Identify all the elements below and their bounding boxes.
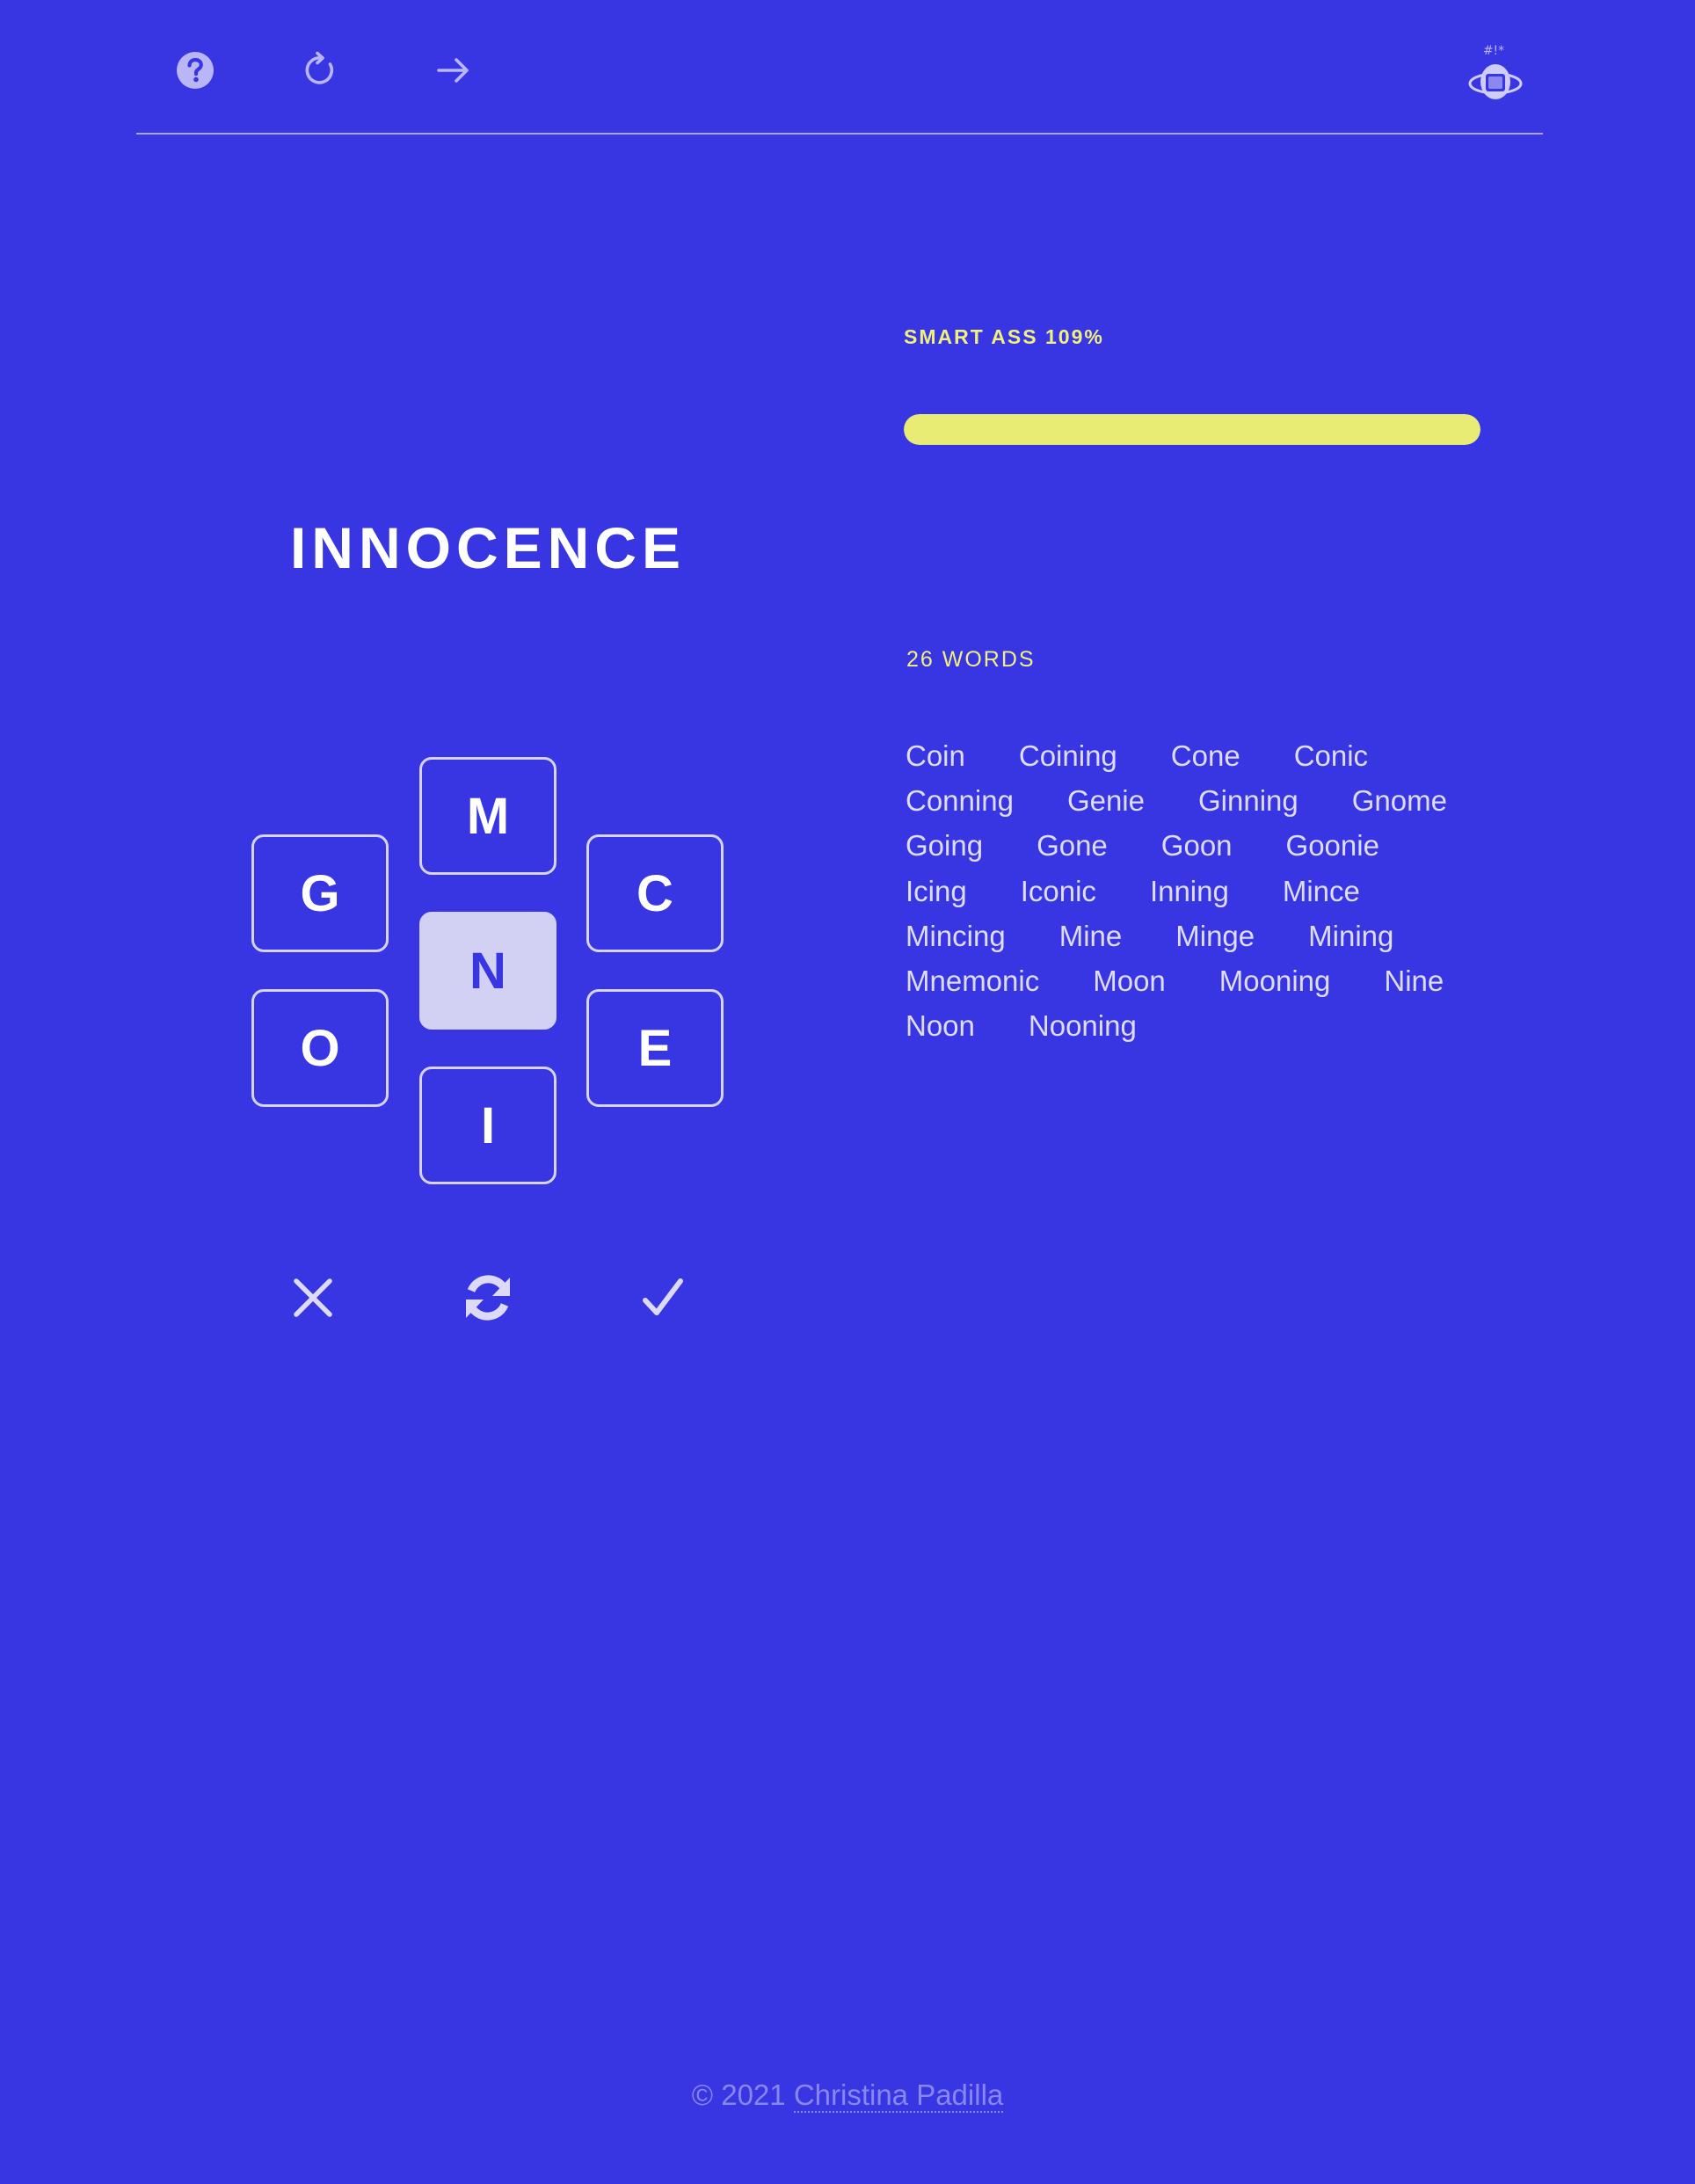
author-link[interactable]: Christina Padilla — [793, 2078, 1004, 2113]
found-word: Mince — [1282, 874, 1360, 907]
astronaut-logo-icon: #!* — [1468, 44, 1523, 99]
top-bar: #!* — [136, 0, 1543, 135]
found-word: Nine — [1384, 965, 1444, 998]
found-word: Mnemonic — [906, 965, 1040, 998]
letter-tile-bottom[interactable]: I — [419, 1067, 557, 1184]
found-word: Iconic — [1020, 874, 1096, 907]
found-word: Conic — [1293, 739, 1369, 772]
next-button[interactable] — [427, 44, 480, 97]
game-page: { "header": { "help_icon": "question-cir… — [0, 0, 1695, 2184]
question-circle-icon — [177, 52, 214, 89]
shuffle-icon — [466, 1275, 510, 1321]
progress-bar-fill — [904, 414, 1480, 445]
current-word: INNOCENCE — [289, 515, 687, 580]
found-word: Minge — [1175, 919, 1255, 952]
found-word: Ginning — [1198, 784, 1299, 818]
shuffle-button[interactable] — [456, 1266, 520, 1329]
found-word: Genie — [1066, 784, 1145, 818]
center-letter-tile[interactable]: N — [419, 912, 557, 1030]
letter-tile-upper-right[interactable]: C — [586, 834, 724, 952]
found-word: Mine — [1058, 919, 1123, 952]
found-word: Icing — [906, 874, 967, 907]
delete-button[interactable] — [281, 1266, 345, 1329]
found-word: Mincing — [906, 919, 1006, 952]
found-word: Mining — [1308, 919, 1394, 952]
found-word: Coin — [906, 739, 965, 772]
progress-bar — [904, 414, 1480, 445]
found-word: Goon — [1160, 829, 1233, 863]
word-count: 26 WORDS — [906, 647, 1036, 672]
letter-tile-lower-right[interactable]: E — [586, 989, 724, 1107]
found-words-list: Coin Coining Cone Conic Conning Genie Ginning G… — [906, 733, 1451, 1048]
found-word: Conning — [906, 784, 1014, 818]
logo-symbols: #!* — [1483, 44, 1504, 58]
found-word: Moon — [1093, 965, 1166, 998]
found-word: Cone — [1170, 739, 1240, 772]
copyright-text: © 2021 — [691, 2078, 794, 2111]
letter-tile-top[interactable]: M — [419, 757, 557, 875]
letter-tile-lower-left[interactable]: O — [251, 989, 389, 1107]
rank-label: SMART ASS 109% — [904, 325, 1104, 348]
astronaut-logo[interactable]: #!* — [1462, 39, 1529, 106]
found-word: Gone — [1037, 829, 1108, 863]
found-word: Goonie — [1285, 829, 1379, 863]
x-icon — [294, 1278, 332, 1317]
rotate-clockwise-icon — [305, 51, 334, 84]
found-word: Coining — [1018, 739, 1117, 772]
arrow-right-icon — [437, 58, 469, 83]
letter-tile-upper-left[interactable]: G — [251, 834, 389, 952]
found-word: Going — [906, 829, 984, 863]
found-word: Gnome — [1351, 784, 1447, 818]
found-word: Noon — [906, 1009, 975, 1043]
found-word: Nooning — [1028, 1009, 1137, 1043]
submit-button[interactable] — [631, 1266, 695, 1329]
found-word: Inning — [1149, 874, 1229, 907]
help-button[interactable] — [169, 44, 222, 97]
new-game-button[interactable] — [295, 44, 347, 97]
found-word: Mooning — [1219, 965, 1331, 998]
check-icon — [643, 1278, 683, 1315]
footer: © 2021 Christina Padilla — [0, 2078, 1695, 2113]
